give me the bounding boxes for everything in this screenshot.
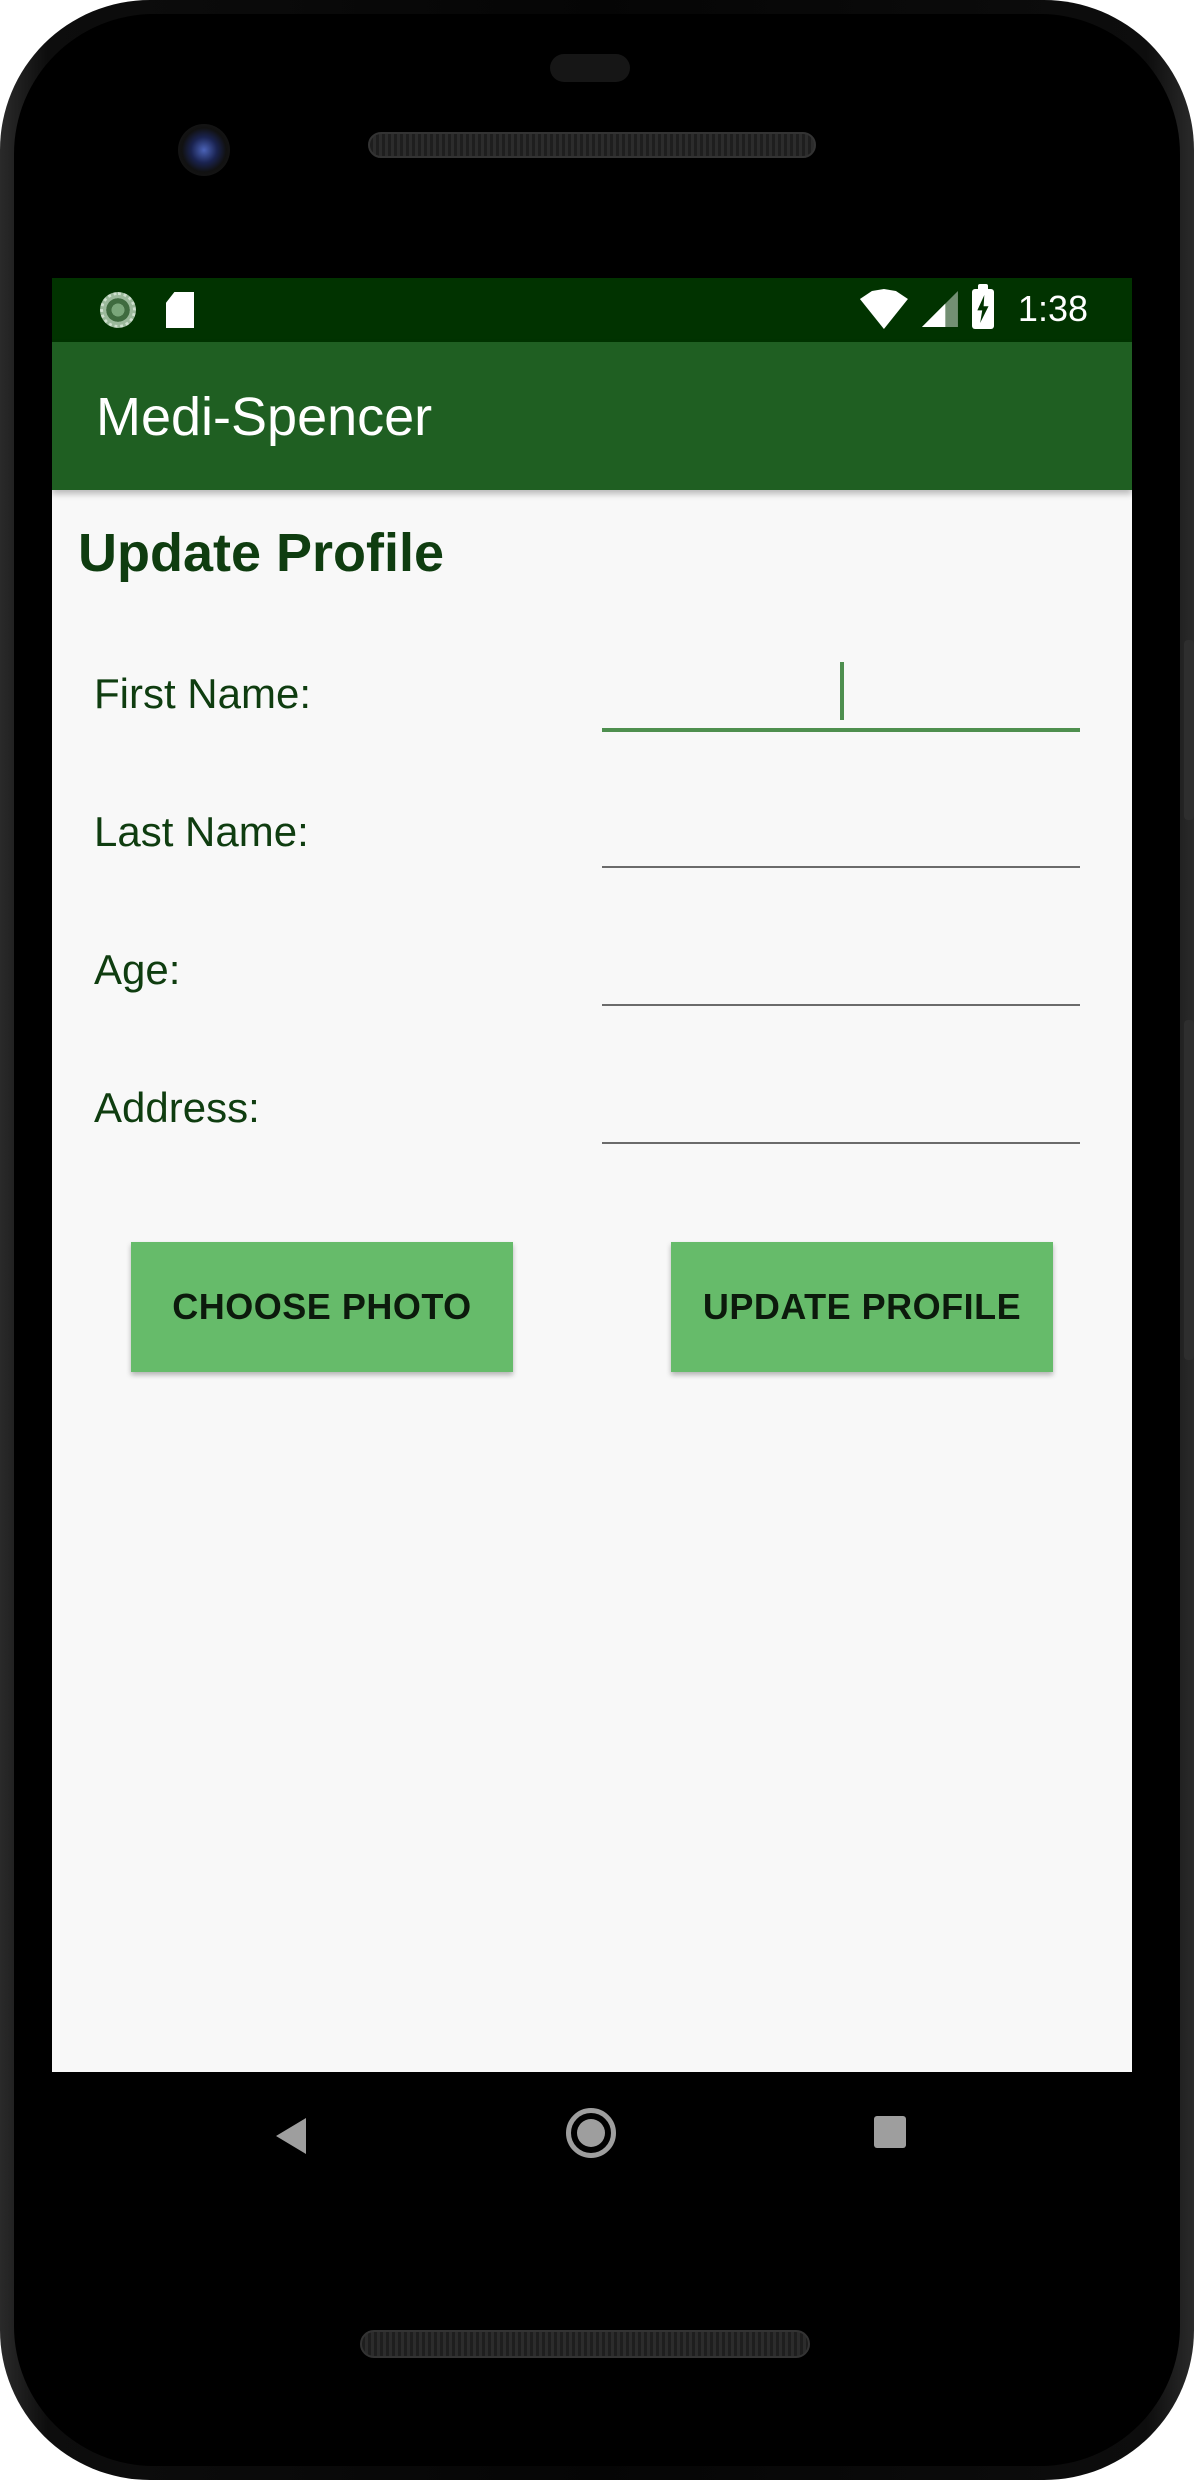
battery-charging-icon — [971, 284, 994, 329]
status-notifications — [100, 292, 194, 328]
sd-card-icon — [166, 292, 194, 328]
page-title: Update Profile — [78, 523, 445, 583]
address-input[interactable] — [602, 1074, 1080, 1144]
age-label: Age: — [94, 946, 181, 993]
choose-photo-button[interactable]: CHOOSE PHOTO — [131, 1242, 513, 1372]
recents-icon[interactable] — [874, 2116, 906, 2148]
home-icon[interactable] — [566, 2108, 616, 2158]
top-speaker-grille — [368, 132, 816, 158]
front-camera — [178, 124, 230, 176]
text-cursor — [840, 662, 844, 720]
status-time: 1:38 — [1017, 288, 1088, 329]
address-label: Address: — [94, 1084, 260, 1131]
volume-button — [1184, 1020, 1194, 1360]
first-name-label: First Name: — [94, 670, 312, 717]
app-title: Medi-Spencer — [96, 387, 433, 447]
back-icon[interactable] — [276, 2118, 306, 2154]
last-name-input[interactable] — [602, 798, 1080, 868]
earpiece — [550, 54, 630, 82]
status-bar: 1:38 — [52, 278, 1132, 342]
status-system-icons: 1:38 — [859, 284, 1088, 330]
app-bar: Medi-Spencer — [52, 342, 1132, 490]
wifi-icon — [859, 289, 908, 329]
bottom-speaker-grille — [360, 2330, 810, 2358]
power-button — [1184, 640, 1194, 820]
last-name-label: Last Name: — [94, 808, 309, 855]
signal-icon — [922, 291, 958, 327]
screen: 1:38 Medi-Spencer Update Profile First N… — [52, 278, 1132, 2072]
sync-icon — [100, 292, 136, 328]
navigation-bar — [52, 2072, 1132, 2202]
age-input[interactable] — [602, 936, 1080, 1006]
update-profile-button[interactable]: UPDATE PROFILE — [671, 1242, 1053, 1372]
